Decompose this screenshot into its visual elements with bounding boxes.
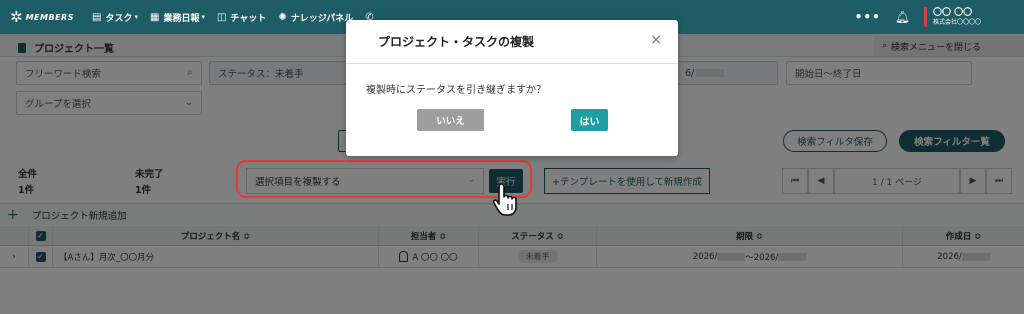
lightbulb-icon: ✺ (278, 11, 287, 23)
dialog-title: プロジェクト・タスクの複製 (378, 35, 535, 49)
nav-knowledge[interactable]: ✺ ナレッジパネル (278, 11, 353, 24)
bell-icon[interactable]: 🔔︎ (895, 10, 910, 24)
copy-dialog: プロジェクト・タスクの複製 × 複製時にステータスを引き継ぎますか？ いいえ は… (346, 20, 678, 156)
user-menu[interactable]: 〇〇 〇〇 株式会社〇〇〇〇 (924, 7, 1024, 27)
chat-icon: ◫ (216, 11, 227, 23)
dialog-divider (346, 63, 678, 64)
user-accent-bar (924, 7, 927, 27)
nav-daily-report[interactable]: ▦ 業務日報 ▾ (150, 11, 205, 24)
hand-cursor-icon (493, 183, 517, 216)
yes-button[interactable]: はい (571, 109, 608, 131)
logo-star-icon: ✲ (10, 8, 23, 26)
nav-tasks[interactable]: ▤ タスク ▾ (92, 11, 138, 24)
annotation-highlight (236, 160, 532, 198)
chevron-down-icon: ▾ (201, 13, 205, 21)
chevron-down-icon: ▾ (134, 13, 138, 21)
clipboard-icon: ▦ (149, 11, 160, 23)
logo[interactable]: ✲ MEMBERS (10, 8, 80, 26)
more-menu-button[interactable]: ••• (855, 10, 881, 24)
user-company: 株式会社〇〇〇〇 (933, 18, 982, 26)
nav-chat[interactable]: ◫ チャット (217, 11, 266, 24)
user-name: 〇〇 〇〇 (933, 7, 973, 18)
dialog-message: 複製時にステータスを引き継ぎますか？ (366, 85, 546, 96)
no-button[interactable]: いいえ (417, 109, 484, 131)
file-icon: ▤ (92, 11, 102, 23)
close-icon[interactable]: × (650, 32, 662, 48)
